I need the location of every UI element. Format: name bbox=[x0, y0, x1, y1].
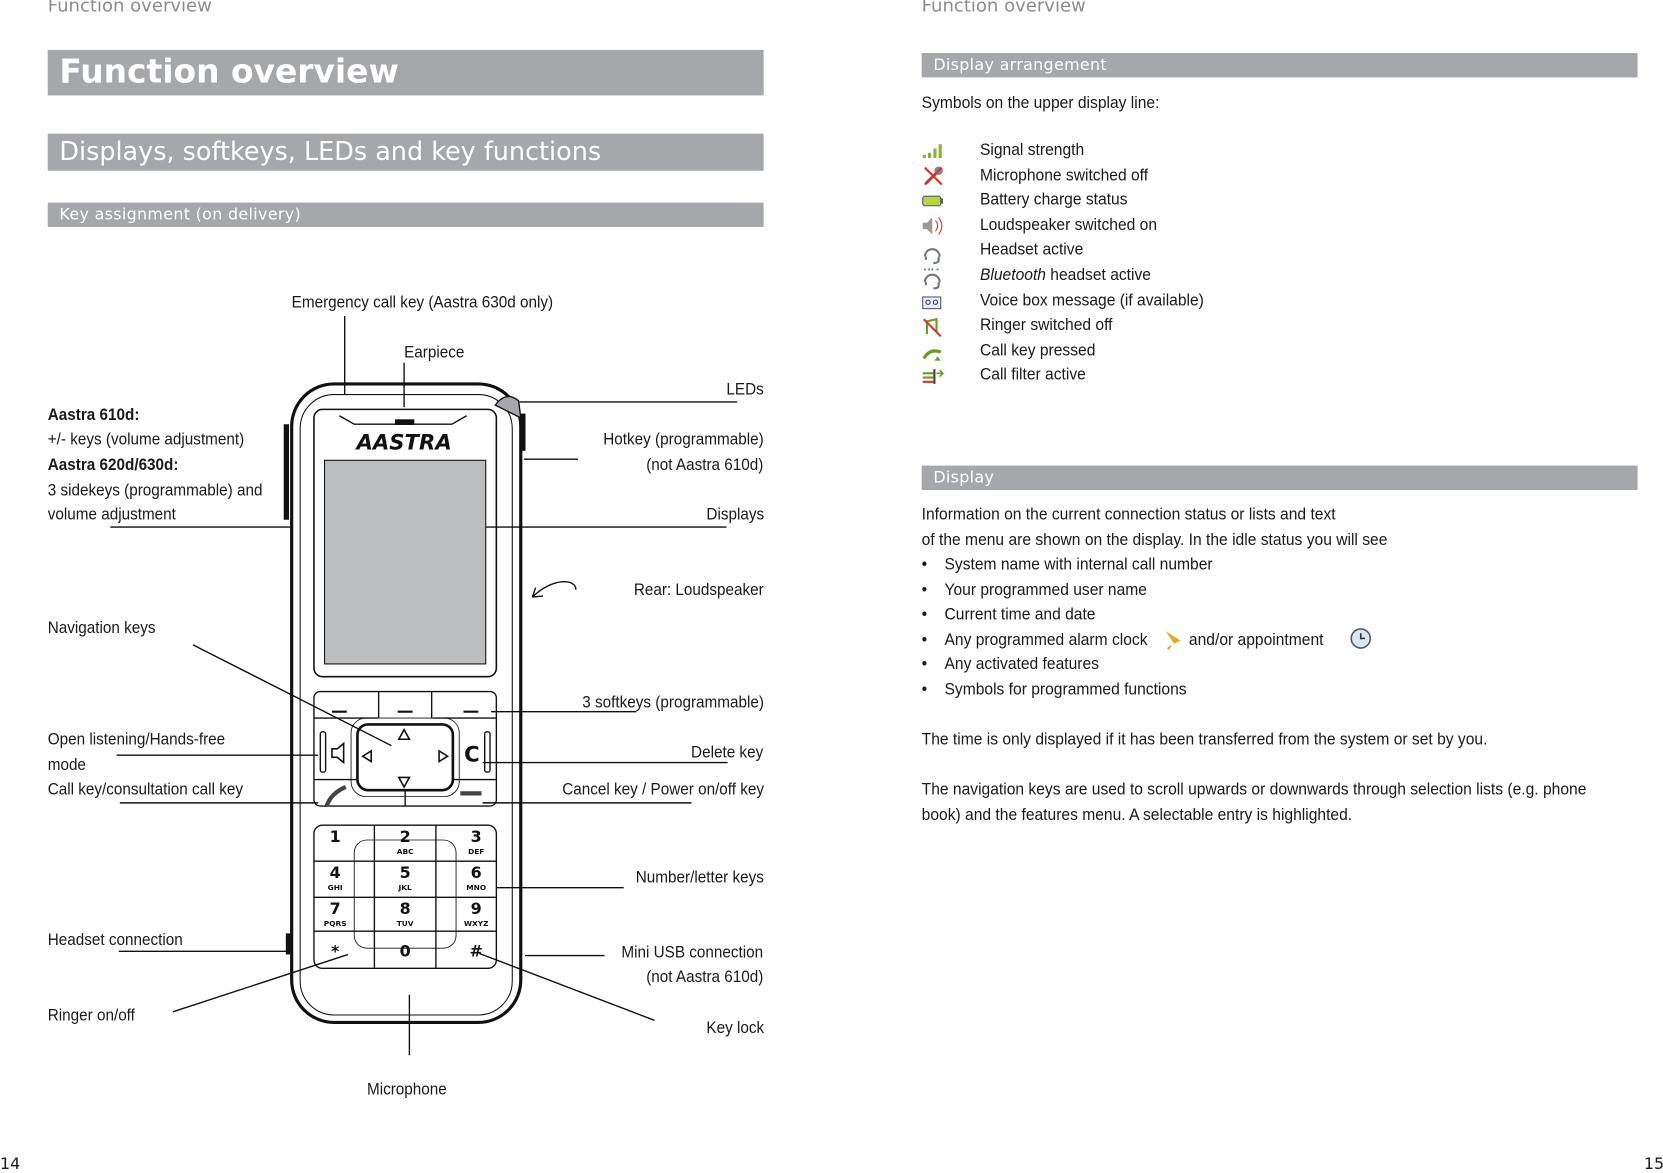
loudspeaker-icon bbox=[922, 217, 943, 235]
battery-icon bbox=[922, 195, 943, 207]
symbol-loudspeaker: Loudspeaker switched on bbox=[979, 216, 1158, 235]
callout-model-610d-desc: +/- keys (volume adjustment) bbox=[47, 430, 245, 449]
key-letters: PQRS bbox=[324, 919, 347, 928]
bluetooth-headset-icon bbox=[923, 268, 941, 290]
callout-open-listening: Open listening/Hands-free bbox=[47, 730, 226, 749]
callout-displays: Displays bbox=[705, 505, 764, 524]
symbol-headset: Headset active bbox=[979, 241, 1084, 260]
bullet-text: Your programmed user name bbox=[944, 581, 1147, 600]
symbol-microphone-off: Microphone switched off bbox=[979, 166, 1149, 185]
symbol-bluetooth-headset: Bluetooth headset active bbox=[979, 266, 1151, 285]
key-8: 8 bbox=[400, 899, 411, 918]
headset-icon bbox=[923, 248, 941, 265]
callout-navigation-keys: Navigation keys bbox=[47, 619, 156, 638]
callout-key-lock: Key lock bbox=[705, 1019, 764, 1038]
key-1: 1 bbox=[330, 827, 341, 846]
callout-sidekeys: 3 sidekeys (programmable) and bbox=[47, 481, 263, 500]
display-arrangement-heading: Display arrangement bbox=[921, 53, 1638, 78]
bullet-item: • Symbols for programmed functions bbox=[921, 680, 1187, 699]
callout-usb-note: (not Aastra 610d) bbox=[646, 968, 764, 987]
callout-leds: LEDs bbox=[726, 380, 764, 399]
callout-ringer: Ringer on/off bbox=[47, 1006, 135, 1025]
bullet-text: Any programmed alarm clock bbox=[944, 631, 1148, 650]
callout-hotkey-note: (not Aastra 610d) bbox=[646, 456, 764, 475]
phone-brand-logo: AASTRA bbox=[354, 431, 451, 456]
symbol-signal-strength: Signal strength bbox=[979, 141, 1085, 160]
callout-model-610d: Aastra 610d: bbox=[47, 406, 140, 425]
display-para2: The time is only displayed if it has bee… bbox=[921, 730, 1488, 749]
appointment-icon bbox=[1350, 628, 1372, 649]
callout-number-keys: Number/letter keys bbox=[635, 868, 764, 887]
bullet-item: • Current time and date bbox=[921, 605, 1096, 624]
bullet-text: Current time and date bbox=[944, 605, 1096, 624]
running-header-right: Function overview bbox=[921, 0, 1086, 17]
ringer-off-icon bbox=[923, 317, 942, 337]
key-5: 5 bbox=[400, 863, 411, 882]
symbol-ringer-off: Ringer switched off bbox=[979, 316, 1113, 335]
callout-hotkey: Hotkey (programmable) bbox=[603, 430, 764, 449]
display-para1-line2: of the menu are shown on the display. In… bbox=[921, 531, 1388, 550]
callout-open-listening-mode: mode bbox=[47, 756, 86, 775]
key-letters: WXYZ bbox=[464, 919, 489, 928]
display-para1-line1: Information on the current connection st… bbox=[921, 505, 1336, 524]
callout-softkeys: 3 softkeys (programmable) bbox=[581, 693, 764, 712]
delete-key-glyph: C bbox=[464, 743, 480, 768]
manual-spread: Function overview Function overview Disp… bbox=[0, 0, 1663, 1173]
bullet-text: Any activated features bbox=[944, 655, 1099, 674]
key-7: 7 bbox=[330, 899, 341, 918]
display-para3-line1: The navigation keys are used to scroll u… bbox=[921, 780, 1587, 799]
key-letters: DEF bbox=[468, 847, 484, 856]
symbols-intro: Symbols on the upper display line: bbox=[921, 94, 1160, 113]
callout-call-key: Call key/consultation call key bbox=[47, 780, 243, 799]
callout-emergency-key: Emergency call key (Aastra 630d only) bbox=[291, 293, 554, 312]
bullet-text: Symbols for programmed functions bbox=[944, 680, 1187, 699]
display-para3-line2: book) and the features menu. A selectabl… bbox=[921, 806, 1353, 825]
key-9: 9 bbox=[471, 899, 482, 918]
symbol-battery: Battery charge status bbox=[979, 191, 1128, 210]
page-number-left: 14 bbox=[0, 1153, 21, 1173]
key-3: 3 bbox=[471, 827, 482, 846]
bullet-text: System name with internal call number bbox=[944, 555, 1213, 574]
microphone-off-icon bbox=[924, 166, 943, 186]
bullet-item: • System name with internal call number bbox=[921, 555, 1213, 574]
bullet-item: • Your programmed user name bbox=[921, 581, 1147, 600]
callout-cancel-key: Cancel key / Power on/off key bbox=[561, 780, 764, 799]
key-letters: ABC bbox=[397, 847, 414, 856]
callout-earpiece: Earpiece bbox=[404, 343, 465, 362]
bullet-item: • Any programmed alarm clock bbox=[921, 631, 1148, 650]
signal-strength-icon bbox=[922, 144, 942, 159]
keypad: 1 2ABC 3DEF 4GHI 5JKL 6MNO 7PQRS 8TUV 9WXYZ * 0 # bbox=[324, 827, 489, 961]
key-2: 2 bbox=[400, 827, 411, 846]
voicebox-icon bbox=[922, 296, 942, 310]
key-letters: GHI bbox=[328, 883, 343, 892]
symbol-call-filter: Call filter active bbox=[979, 366, 1086, 385]
callout-rear-loudspeaker: Rear: Loudspeaker bbox=[633, 581, 764, 600]
display-heading: Display bbox=[921, 465, 1638, 490]
callout-delete-key: Delete key bbox=[691, 743, 764, 762]
bullet-item-appointment: and/or appointment bbox=[1188, 631, 1324, 650]
callout-usb: Mini USB connection bbox=[621, 943, 764, 962]
key-letters: MNO bbox=[466, 883, 486, 892]
bullet-item: • Any activated features bbox=[921, 655, 1099, 674]
callout-model-620d: Aastra 620d/630d: bbox=[47, 456, 179, 475]
key-0: 0 bbox=[400, 942, 411, 961]
key-letters: TUV bbox=[397, 919, 414, 928]
key-#: # bbox=[470, 942, 483, 961]
symbol-call-key: Call key pressed bbox=[979, 341, 1096, 360]
call-filter-icon bbox=[922, 369, 944, 384]
key-4: 4 bbox=[330, 863, 341, 882]
page-number-right: 15 bbox=[1643, 1153, 1663, 1173]
callout-volume: volume adjustment bbox=[47, 505, 176, 524]
key-letters: JKL bbox=[398, 883, 412, 892]
callout-headset-connection: Headset connection bbox=[47, 931, 183, 950]
key-*: * bbox=[331, 942, 339, 961]
symbol-voicebox: Voice box message (if available) bbox=[979, 291, 1204, 310]
alarm-clock-icon bbox=[1165, 631, 1181, 650]
call-key-icon bbox=[922, 349, 942, 361]
key-6: 6 bbox=[471, 863, 482, 882]
callout-microphone: Microphone bbox=[366, 1080, 447, 1099]
